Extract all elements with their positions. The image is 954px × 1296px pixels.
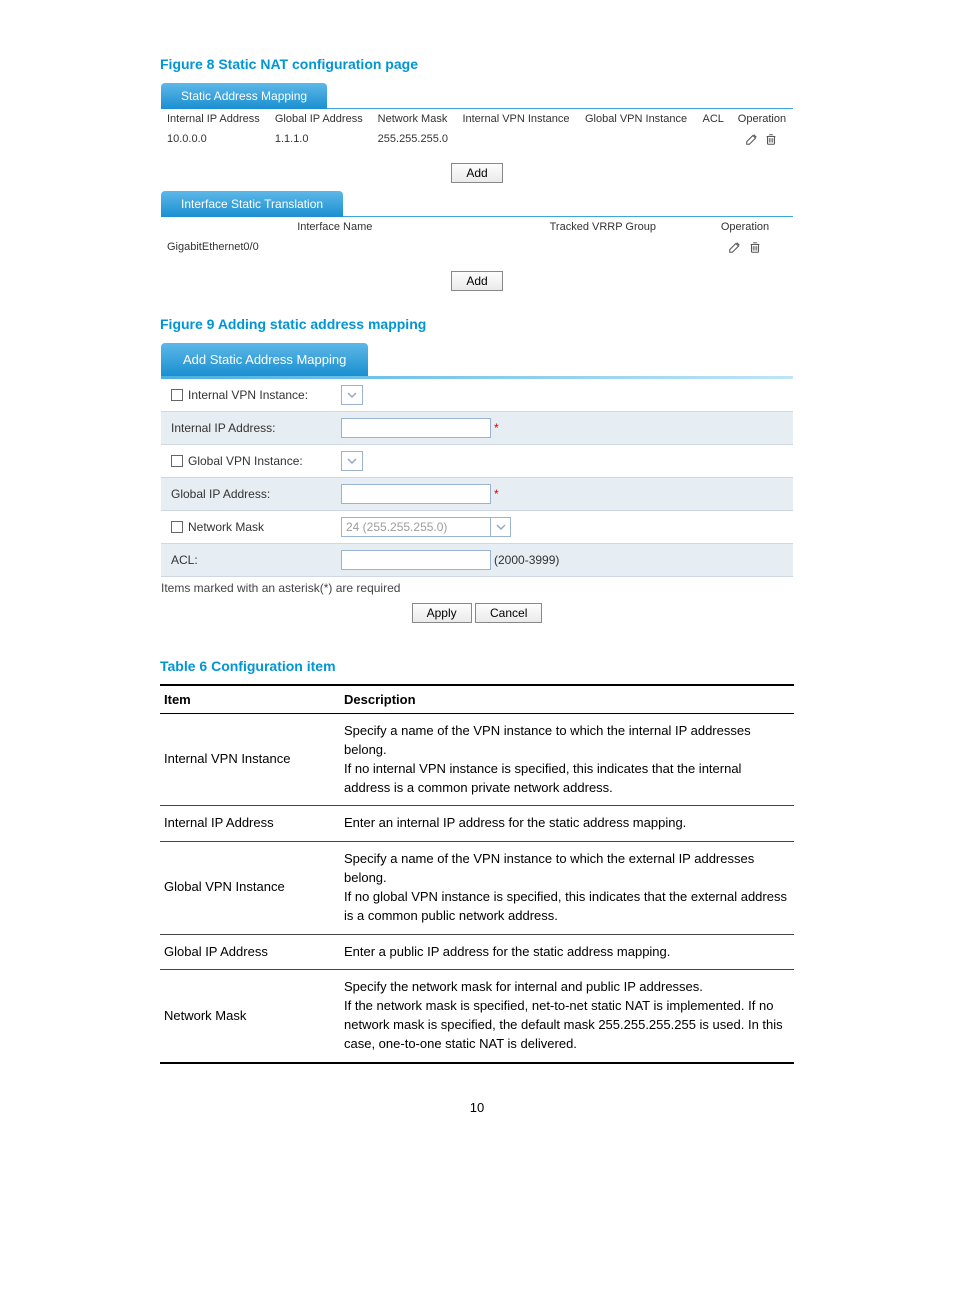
chevron-down-icon <box>490 518 510 536</box>
delete-icon[interactable] <box>748 240 762 254</box>
tab-static-address-mapping[interactable]: Static Address Mapping <box>161 83 327 109</box>
network-mask-checkbox[interactable] <box>171 521 183 533</box>
edit-icon[interactable] <box>745 132 759 146</box>
required-marker: * <box>494 487 499 501</box>
tab-add-static-address-mapping: Add Static Address Mapping <box>161 343 368 376</box>
row-acl: ACL: (2000-3999) <box>161 543 793 577</box>
internal-ip-label: Internal IP Address: <box>171 421 276 435</box>
page-number: 10 <box>160 1100 794 1115</box>
col-operation: Operation <box>731 109 793 129</box>
network-mask-dropdown[interactable]: 24 (255.255.255.0) <box>341 517 511 537</box>
cell-desc: Specify a name of the VPN instance to wh… <box>340 842 794 934</box>
internal-vpn-label: Internal VPN Instance: <box>188 388 308 402</box>
cell-desc: Enter a public IP address for the static… <box>340 934 794 970</box>
cell-acl <box>696 129 730 149</box>
row-global-ip: Global IP Address: * <box>161 477 793 511</box>
global-vpn-checkbox[interactable] <box>171 455 183 467</box>
col-item: Item <box>160 685 340 714</box>
cell-item: Internal VPN Instance <box>160 714 340 806</box>
col-operation2: Operation <box>697 217 793 237</box>
cell-glob-vpn <box>579 129 697 149</box>
table-row: Internal VPN Instance Specify a name of … <box>160 714 794 806</box>
col-network-mask: Network Mask <box>372 109 457 129</box>
acl-label: ACL: <box>171 553 198 567</box>
internal-ip-input[interactable] <box>341 418 491 438</box>
cancel-button[interactable]: Cancel <box>475 603 542 623</box>
col-description: Description <box>340 685 794 714</box>
row-network-mask: Network Mask 24 (255.255.255.0) <box>161 511 793 543</box>
col-tracked-vrrp: Tracked VRRP Group <box>509 217 697 237</box>
static-nat-panel: Static Address Mapping Internal IP Addre… <box>160 82 794 300</box>
acl-input[interactable] <box>341 550 491 570</box>
col-global-vpn: Global VPN Instance <box>579 109 697 129</box>
table-row: Global IP Address Enter a public IP addr… <box>160 934 794 970</box>
row-global-vpn: Global VPN Instance: <box>161 445 793 477</box>
internal-vpn-dropdown[interactable] <box>341 385 363 405</box>
cell-item: Global VPN Instance <box>160 842 340 934</box>
internal-vpn-checkbox[interactable] <box>171 389 183 401</box>
col-interface-name: Interface Name <box>161 217 509 237</box>
add-static-mapping-button[interactable]: Add <box>451 163 502 183</box>
global-ip-label: Global IP Address: <box>171 487 270 501</box>
cell-desc: Enter an internal IP address for the sta… <box>340 806 794 842</box>
table-row: Network Mask Specify the network mask fo… <box>160 970 794 1063</box>
cell-item: Global IP Address <box>160 934 340 970</box>
required-note: Items marked with an asterisk(*) are req… <box>161 577 793 597</box>
add-interface-translation-button[interactable]: Add <box>451 271 502 291</box>
configuration-item-table: Item Description Internal VPN Instance S… <box>160 684 794 1064</box>
cell-desc: Specify the network mask for internal an… <box>340 970 794 1063</box>
table-row: Global VPN Instance Specify a name of th… <box>160 842 794 934</box>
global-vpn-dropdown[interactable] <box>341 451 363 471</box>
network-mask-placeholder: 24 (255.255.255.0) <box>346 520 447 534</box>
row-internal-vpn: Internal VPN Instance: <box>161 379 793 411</box>
figure8-title: Figure 8 Static NAT configuration page <box>160 56 794 72</box>
table6-title: Table 6 Configuration item <box>160 658 794 674</box>
figure9-title: Figure 9 Adding static address mapping <box>160 316 794 332</box>
cell-internal-ip: 10.0.0.0 <box>161 129 269 149</box>
col-internal-ip: Internal IP Address <box>161 109 269 129</box>
col-internal-vpn: Internal VPN Instance <box>456 109 579 129</box>
tab-interface-static-translation[interactable]: Interface Static Translation <box>161 191 343 217</box>
table-row: GigabitEthernet0/0 <box>161 237 793 257</box>
required-marker: * <box>494 421 499 435</box>
global-vpn-label: Global VPN Instance: <box>188 454 303 468</box>
acl-hint: (2000-3999) <box>494 553 559 567</box>
delete-icon[interactable] <box>764 132 778 146</box>
static-address-mapping-table: Internal IP Address Global IP Address Ne… <box>161 109 793 149</box>
interface-static-translation-table: Interface Name Tracked VRRP Group Operat… <box>161 217 793 257</box>
table-row: 10.0.0.0 1.1.1.0 255.255.255.0 <box>161 129 793 149</box>
add-static-mapping-panel: Add Static Address Mapping Internal VPN … <box>160 342 794 630</box>
network-mask-label: Network Mask <box>188 520 264 534</box>
cell-vrrp <box>509 237 697 257</box>
col-acl: ACL <box>696 109 730 129</box>
cell-global-ip: 1.1.1.0 <box>269 129 372 149</box>
col-global-ip: Global IP Address <box>269 109 372 129</box>
cell-ifname: GigabitEthernet0/0 <box>161 237 509 257</box>
cell-desc: Specify a name of the VPN instance to wh… <box>340 714 794 806</box>
cell-mask: 255.255.255.0 <box>372 129 457 149</box>
global-ip-input[interactable] <box>341 484 491 504</box>
cell-item: Internal IP Address <box>160 806 340 842</box>
cell-int-vpn <box>456 129 579 149</box>
row-internal-ip: Internal IP Address: * <box>161 411 793 445</box>
table-row: Internal IP Address Enter an internal IP… <box>160 806 794 842</box>
edit-icon[interactable] <box>728 240 742 254</box>
apply-button[interactable]: Apply <box>412 603 472 623</box>
cell-item: Network Mask <box>160 970 340 1063</box>
